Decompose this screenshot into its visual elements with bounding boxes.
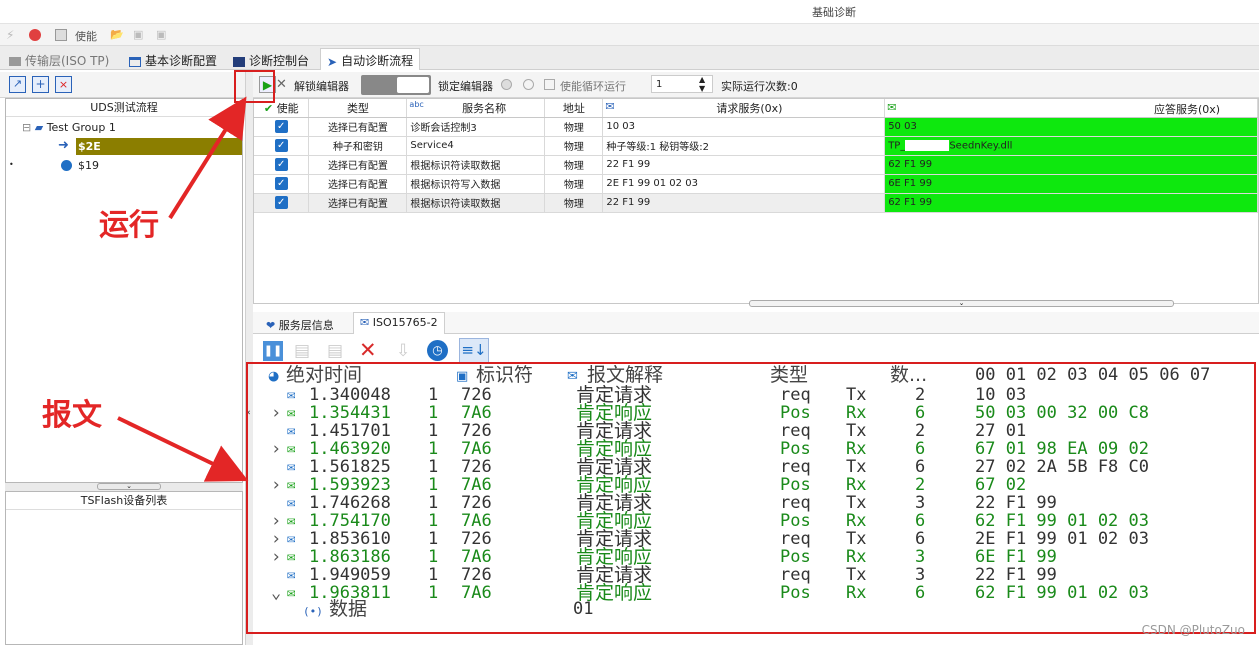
message-arrow xyxy=(117,416,249,482)
annotation-arrows xyxy=(117,96,249,482)
watermark: CSDN @PlutoZuo xyxy=(1141,623,1245,637)
run-arrow xyxy=(168,96,247,220)
